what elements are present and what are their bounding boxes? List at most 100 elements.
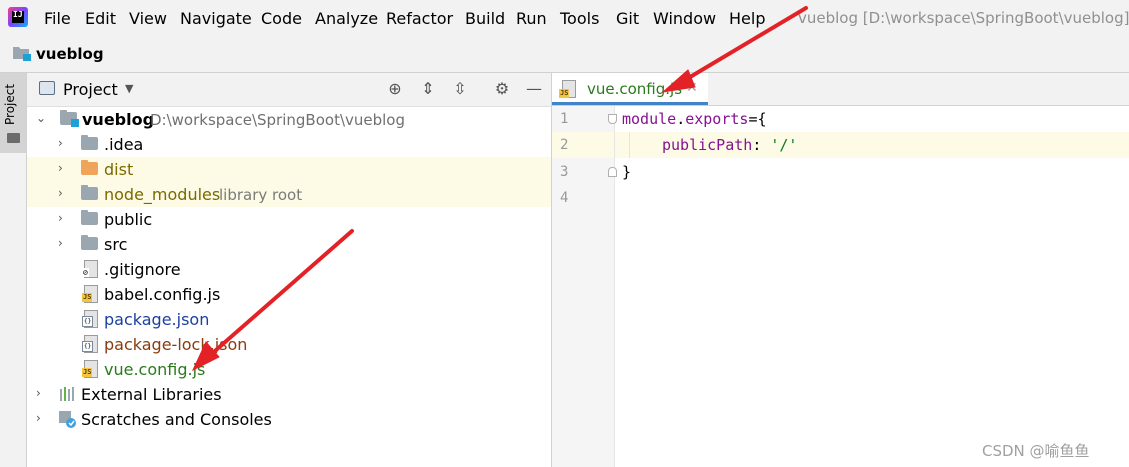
- editor-tab-bar: JS vue.config.js ✕: [552, 73, 1129, 106]
- code-token: }: [622, 163, 632, 181]
- chevron-right-icon[interactable]: ›: [58, 161, 70, 177]
- tree-item-dist[interactable]: › dist: [27, 157, 551, 182]
- menu-code[interactable]: Code: [261, 9, 302, 28]
- line-number: 3: [560, 164, 569, 180]
- project-view-selector[interactable]: Project: [63, 80, 118, 99]
- tree-item-label: src: [104, 235, 128, 254]
- menu-file[interactable]: File: [44, 9, 71, 28]
- chevron-right-icon[interactable]: ›: [36, 386, 48, 402]
- chevron-down-icon[interactable]: ⌄: [36, 111, 48, 127]
- fold-marker-icon[interactable]: [608, 167, 617, 177]
- chevron-right-icon[interactable]: ›: [58, 236, 70, 252]
- folder-icon: [81, 185, 98, 200]
- tree-item-gitignore[interactable]: ⊘ .gitignore: [27, 257, 551, 282]
- tree-root-path: D:\workspace\SpringBoot\vueblog: [150, 111, 405, 129]
- menu-edit[interactable]: Edit: [85, 9, 116, 28]
- tree-item-package-lock-json[interactable]: {} package-lock.json: [27, 332, 551, 357]
- tree-item-babel-config[interactable]: JS babel.config.js: [27, 282, 551, 307]
- fold-marker-icon[interactable]: [608, 114, 617, 124]
- tree-item-idea[interactable]: › .idea: [27, 132, 551, 157]
- menu-build[interactable]: Build: [465, 9, 505, 28]
- code-token: exports: [685, 110, 749, 128]
- tree-item-node-modules[interactable]: › node_modules library root: [27, 182, 551, 207]
- tree-item-label: .gitignore: [104, 260, 181, 279]
- editor-gutter: [552, 106, 615, 467]
- locate-file-icon[interactable]: ⊕: [385, 79, 405, 99]
- library-root-hint: library root: [219, 186, 303, 204]
- tree-item-label: node_modules: [104, 185, 221, 204]
- gear-icon[interactable]: ⚙: [492, 79, 512, 99]
- code-token: .: [676, 110, 686, 128]
- left-tool-strip: Project: [0, 73, 27, 467]
- menu-view[interactable]: View: [129, 9, 167, 28]
- json-file-icon: {}: [82, 335, 98, 353]
- tree-root-vueblog[interactable]: ⌄ vueblog D:\workspace\SpringBoot\vueblo…: [27, 107, 551, 132]
- hide-panel-icon[interactable]: —: [524, 79, 544, 99]
- tree-item-label: babel.config.js: [104, 285, 221, 304]
- folder-icon: [7, 133, 20, 143]
- collapse-all-icon[interactable]: ⇳: [450, 79, 470, 99]
- chevron-right-icon[interactable]: ›: [58, 136, 70, 152]
- expand-all-icon[interactable]: ⇕: [418, 79, 438, 99]
- tree-item-label: package-lock.json: [104, 335, 248, 354]
- navigation-bar: vueblog: [0, 36, 1129, 73]
- menu-git[interactable]: Git: [616, 9, 639, 28]
- code-line-3[interactable]: }: [622, 163, 631, 181]
- line-number: 4: [560, 190, 569, 206]
- menu-analyze[interactable]: Analyze: [315, 9, 378, 28]
- tree-item-label: public: [104, 210, 153, 229]
- tree-item-src[interactable]: › src: [27, 232, 551, 257]
- window-title: vueblog [D:\workspace\SpringBoot\vueblog…: [798, 9, 1129, 27]
- js-file-icon: JS: [559, 80, 576, 98]
- scratches-icon: [59, 411, 76, 428]
- project-view-icon: [39, 81, 55, 95]
- js-file-icon: JS: [82, 360, 98, 378]
- chevron-down-icon[interactable]: ▼: [125, 82, 133, 95]
- menu-navigate[interactable]: Navigate: [180, 9, 252, 28]
- project-panel-header: Project ▼ ⊕ ⇕ ⇳ ⚙ —: [27, 73, 551, 107]
- code-line-1[interactable]: module.exports={: [622, 110, 767, 128]
- tree-item-public[interactable]: › public: [27, 207, 551, 232]
- tree-item-package-json[interactable]: {} package.json: [27, 307, 551, 332]
- folder-icon: [81, 210, 98, 225]
- folder-icon: [81, 135, 98, 150]
- code-token: '/': [770, 136, 798, 154]
- project-folder-icon: [13, 47, 31, 61]
- editor-tab-label: vue.config.js: [587, 80, 683, 98]
- project-tool-tab-label: Project: [3, 83, 17, 125]
- code-token: ={: [748, 110, 767, 128]
- code-line-2[interactable]: publicPath: '/': [662, 136, 797, 154]
- tree-item-label: vue.config.js: [104, 360, 206, 379]
- close-icon[interactable]: ✕: [686, 80, 698, 96]
- project-folder-icon: [60, 110, 79, 127]
- line-number: 1: [560, 111, 569, 127]
- folder-icon: [81, 235, 98, 250]
- code-token: :: [752, 136, 771, 154]
- tree-item-label: vueblog: [82, 110, 155, 129]
- tree-item-external-libraries[interactable]: › External Libraries: [27, 382, 551, 407]
- menu-run[interactable]: Run: [516, 9, 547, 28]
- breadcrumb-project[interactable]: vueblog: [36, 45, 104, 63]
- code-token: publicPath: [662, 136, 753, 154]
- indent-guide: [629, 132, 630, 158]
- chevron-right-icon[interactable]: ›: [36, 411, 48, 427]
- json-file-icon: {}: [82, 310, 98, 328]
- menu-window[interactable]: Window: [653, 9, 716, 28]
- code-token: module: [622, 110, 677, 128]
- watermark: CSDN @喻鱼鱼: [982, 442, 1090, 460]
- chevron-right-icon[interactable]: ›: [58, 211, 70, 227]
- menu-help[interactable]: Help: [729, 9, 765, 28]
- project-tool-window: Project ▼ ⊕ ⇕ ⇳ ⚙ — ⌄ vueblog D:\workspa…: [27, 73, 552, 467]
- chevron-right-icon[interactable]: ›: [58, 186, 70, 202]
- menu-tools[interactable]: Tools: [560, 9, 599, 28]
- tree-item-label: External Libraries: [81, 385, 222, 404]
- menu-refactor[interactable]: Refactor: [386, 9, 453, 28]
- tree-item-vue-config[interactable]: JS vue.config.js: [27, 357, 551, 382]
- editor-tab-vue-config[interactable]: JS vue.config.js ✕: [552, 73, 708, 105]
- js-file-icon: JS: [82, 285, 98, 303]
- tree-item-scratches[interactable]: › Scratches and Consoles: [27, 407, 551, 432]
- menu-bar: IJ File Edit View Navigate Code Analyze …: [0, 0, 1129, 36]
- editor-area: JS vue.config.js ✕ 1 2 3 4 module.export…: [552, 73, 1129, 467]
- tree-item-label: dist: [104, 160, 134, 179]
- library-icon: [60, 387, 76, 401]
